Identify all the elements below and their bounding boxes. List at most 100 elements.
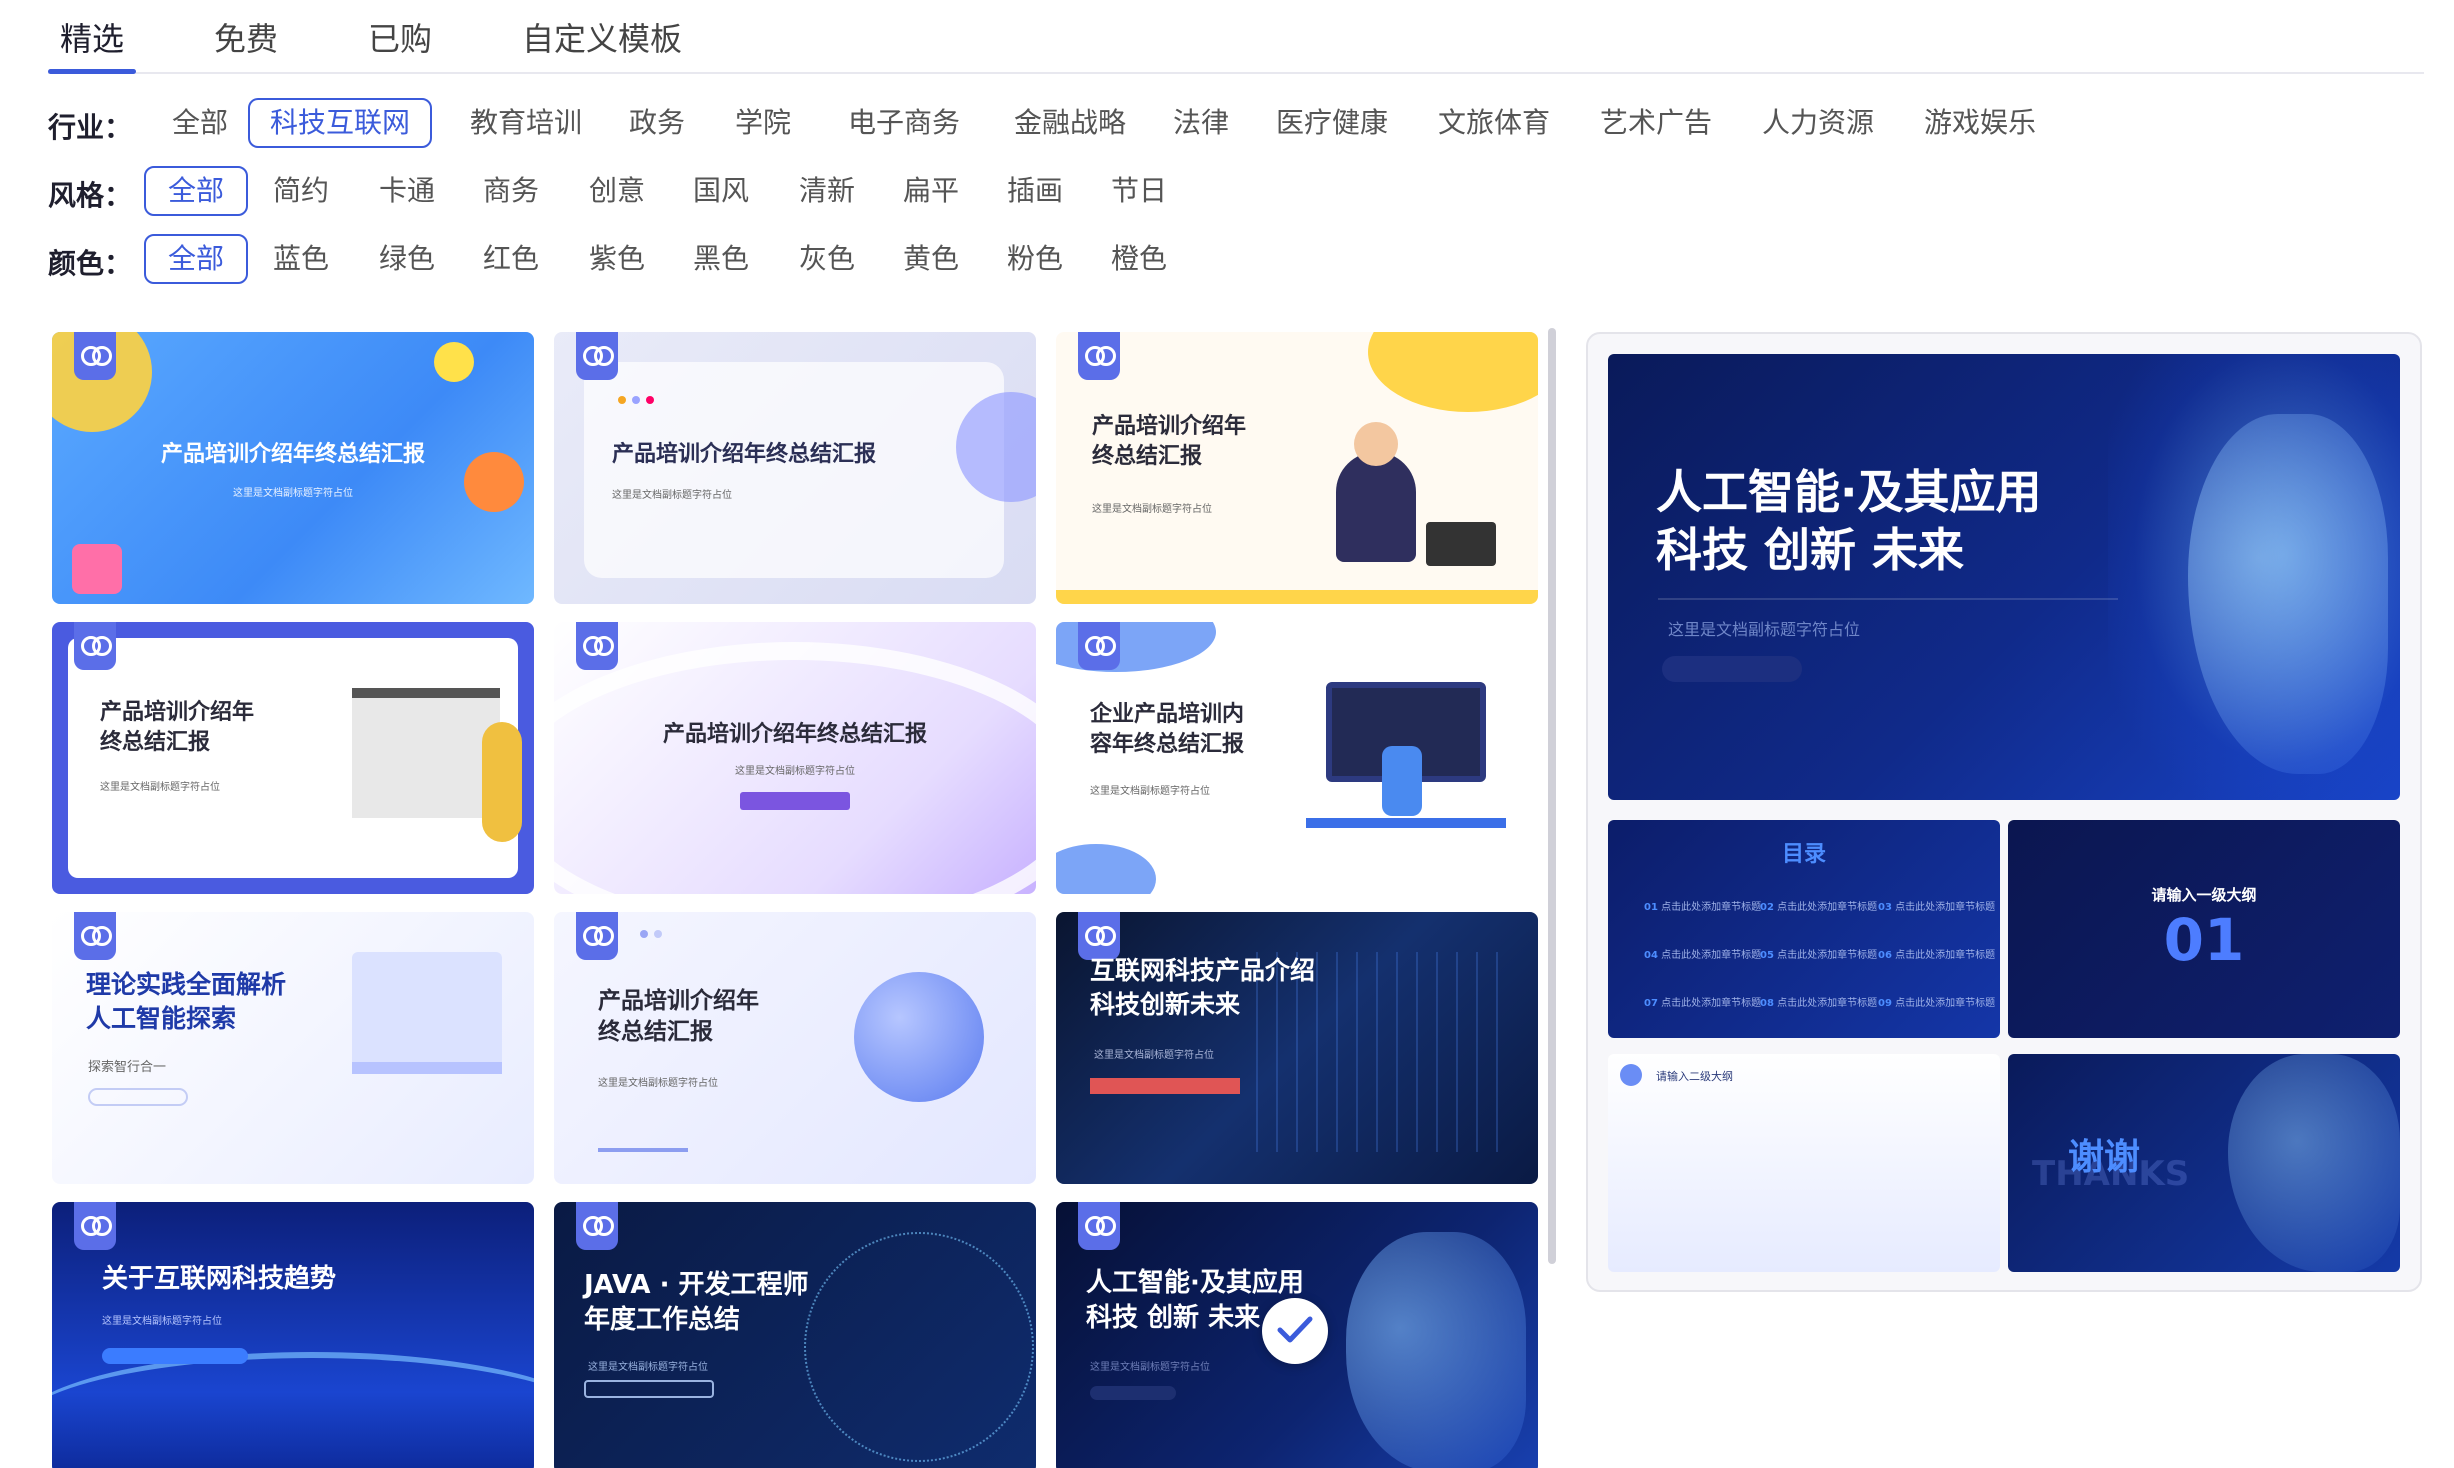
brand-logo-icon: [1078, 622, 1120, 670]
style-filter: 风格： 全部 简约 卡通 商务 创意 国风 清新 扁平 插画 节日: [48, 166, 1248, 220]
style-option-illustration[interactable]: 插画: [992, 166, 1078, 216]
preview-toc-item: 01 点击此处添加章节标题: [1644, 902, 1762, 913]
preview-subsection-slide[interactable]: 请输入二级大纲: [1608, 1054, 2000, 1272]
brand-logo-icon: [576, 1202, 618, 1250]
preview-toc-item: 08 点击此处添加章节标题: [1760, 998, 1878, 1009]
style-option-cartoon[interactable]: 卡通: [364, 166, 450, 216]
preview-cover-title: 人工智能·及其应用 科技 创新 未来: [1656, 465, 2042, 577]
brand-logo-icon: [576, 912, 618, 960]
preview-section-label: 请输入一级大纲: [2151, 886, 2257, 904]
template-card[interactable]: 企业产品培训内 容年终总结汇报 这里是文档副标题字符占位: [1056, 622, 1538, 894]
template-subtitle: 这里是文档副标题字符占位: [735, 766, 855, 777]
industry-option-all[interactable]: 全部: [152, 98, 248, 148]
style-option-all[interactable]: 全部: [144, 166, 248, 216]
industry-option-gaming[interactable]: 游戏娱乐: [1902, 98, 2058, 148]
style-option-fresh[interactable]: 清新: [784, 166, 870, 216]
template-title: JAVA · 开发工程师 年度工作总结: [584, 1270, 809, 1336]
template-card[interactable]: 产品培训介绍年终总结汇报 这里是文档副标题字符占位: [554, 622, 1036, 894]
brand-logo-icon: [74, 912, 116, 960]
color-option-green[interactable]: 绿色: [364, 234, 450, 284]
brand-logo-icon: [74, 332, 116, 380]
template-card[interactable]: 产品培训介绍年 终总结汇报 这里是文档副标题字符占位: [1056, 332, 1538, 604]
template-subtitle: 探索智行合一: [88, 1060, 167, 1075]
template-preview-panel: 人工智能·及其应用 科技 创新 未来 这里是文档副标题字符占位 目录 01 点击…: [1586, 332, 2422, 1292]
preview-section-slide[interactable]: 请输入一级大纲 01: [2008, 820, 2400, 1038]
style-filter-label: 风格：: [48, 179, 133, 212]
preview-toc-item: 05 点击此处添加章节标题: [1760, 950, 1878, 961]
brand-logo-icon: [1078, 332, 1120, 380]
template-title: 互联网科技产品介绍 科技创新未来: [1090, 956, 1316, 1019]
template-subtitle: 这里是文档副标题字符占位: [233, 488, 353, 499]
template-subtitle: 这里是文档副标题字符占位: [1094, 1050, 1214, 1061]
template-card[interactable]: 产品培训介绍年 终总结汇报 这里是文档副标题字符占位: [554, 912, 1036, 1184]
template-subtitle: 这里是文档副标题字符占位: [1090, 1362, 1210, 1373]
color-option-red[interactable]: 红色: [468, 234, 554, 284]
style-option-creative[interactable]: 创意: [574, 166, 660, 216]
preview-toc-slide[interactable]: 目录 01 点击此处添加章节标题 02 点击此处添加章节标题 03 点击此处添加…: [1608, 820, 2000, 1038]
template-card[interactable]: JAVA · 开发工程师 年度工作总结 这里是文档副标题字符占位: [554, 1202, 1036, 1468]
preview-toc-item: 04 点击此处添加章节标题: [1644, 950, 1762, 961]
template-subtitle: 这里是文档副标题字符占位: [1090, 786, 1210, 797]
preview-toc-item: 02 点击此处添加章节标题: [1760, 902, 1878, 913]
brand-logo-icon: [1078, 912, 1120, 960]
template-card[interactable]: 理论实践全面解析 人工智能探索 探索智行合一: [52, 912, 534, 1184]
preview-thanks-title: 谢谢: [2068, 1137, 2141, 1178]
template-subtitle: 这里是文档副标题字符占位: [588, 1362, 708, 1373]
template-title: 产品培训介绍年 终总结汇报: [1092, 414, 1247, 469]
preview-toc-item: 03 点击此处添加章节标题: [1878, 902, 1996, 913]
grid-scrollbar[interactable]: [1548, 328, 1556, 1264]
color-option-purple[interactable]: 紫色: [574, 234, 660, 284]
preview-cover-slide[interactable]: 人工智能·及其应用 科技 创新 未来 这里是文档副标题字符占位: [1608, 354, 2400, 800]
style-option-chinese[interactable]: 国风: [678, 166, 764, 216]
style-option-holiday[interactable]: 节日: [1096, 166, 1182, 216]
industry-option-art-advertising[interactable]: 艺术广告: [1578, 98, 1734, 148]
industry-option-government[interactable]: 政务: [614, 98, 700, 148]
template-subtitle: 这里是文档副标题字符占位: [598, 1078, 718, 1089]
industry-option-education[interactable]: 教育培训: [448, 98, 604, 148]
industry-option-tourism-sports[interactable]: 文旅体育: [1416, 98, 1572, 148]
industry-option-tech-internet[interactable]: 科技互联网: [248, 98, 432, 148]
preview-thanks-slide[interactable]: THANKS 谢谢: [2008, 1054, 2400, 1272]
color-option-black[interactable]: 黑色: [678, 234, 764, 284]
tab-free[interactable]: 免费: [214, 14, 278, 60]
template-subtitle: 这里是文档副标题字符占位: [100, 782, 220, 793]
style-option-flat[interactable]: 扁平: [888, 166, 974, 216]
template-title: 产品培训介绍年终总结汇报: [662, 722, 927, 747]
industry-option-law[interactable]: 法律: [1158, 98, 1244, 148]
tab-featured[interactable]: 精选: [60, 14, 124, 60]
color-filter: 颜色： 全部 蓝色 绿色 红色 紫色 黑色 灰色 黄色 粉色 橙色: [48, 234, 1248, 288]
tab-custom-templates[interactable]: 自定义模板: [522, 14, 682, 60]
preview-toc-title: 目录: [1781, 842, 1826, 867]
brand-logo-icon: [576, 332, 618, 380]
active-tab-indicator: [48, 69, 136, 74]
industry-option-hr[interactable]: 人力资源: [1740, 98, 1896, 148]
style-option-business[interactable]: 商务: [468, 166, 554, 216]
template-card[interactable]: 互联网科技产品介绍 科技创新未来 这里是文档副标题字符占位: [1056, 912, 1538, 1184]
color-option-pink[interactable]: 粉色: [992, 234, 1078, 284]
template-card[interactable]: 产品培训介绍年终总结汇报 这里是文档副标题字符占位: [52, 332, 534, 604]
color-option-yellow[interactable]: 黄色: [888, 234, 974, 284]
color-filter-label: 颜色：: [48, 247, 133, 280]
color-option-all[interactable]: 全部: [144, 234, 248, 284]
template-card[interactable]: 产品培训介绍年终总结汇报 这里是文档副标题字符占位: [554, 332, 1036, 604]
industry-filter: 行业： 全部 科技互联网 教育培训 政务 学院 电子商务 金融战略 法律 医疗健…: [48, 98, 2048, 152]
color-option-blue[interactable]: 蓝色: [258, 234, 344, 284]
industry-option-ecommerce[interactable]: 电子商务: [826, 98, 982, 148]
preview-cover-subtitle: 这里是文档副标题字符占位: [1668, 620, 1861, 639]
industry-option-college[interactable]: 学院: [720, 98, 806, 148]
template-title: 关于互联网科技趋势: [102, 1264, 337, 1294]
template-card[interactable]: 关于互联网科技趋势 这里是文档副标题字符占位: [52, 1202, 534, 1468]
color-option-orange[interactable]: 橙色: [1096, 234, 1182, 284]
template-title: 产品培训介绍年终总结汇报: [160, 442, 425, 467]
tab-purchased[interactable]: 已购: [368, 14, 432, 60]
template-subtitle: 这里是文档副标题字符占位: [1092, 504, 1212, 515]
style-option-minimal[interactable]: 简约: [258, 166, 344, 216]
brand-logo-icon: [576, 622, 618, 670]
preview-toc-item: 07 点击此处添加章节标题: [1644, 998, 1762, 1009]
color-option-gray[interactable]: 灰色: [784, 234, 870, 284]
template-title: 产品培训介绍年 终总结汇报: [100, 700, 255, 755]
industry-option-healthcare[interactable]: 医疗健康: [1254, 98, 1410, 148]
preview-subsection-label: 请输入二级大纲: [1656, 1070, 1733, 1083]
template-card[interactable]: 产品培训介绍年 终总结汇报 这里是文档副标题字符占位: [52, 622, 534, 894]
industry-option-finance[interactable]: 金融战略: [992, 98, 1148, 148]
